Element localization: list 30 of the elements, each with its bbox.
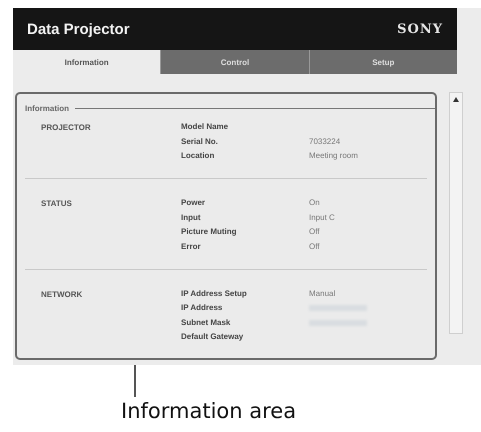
leader-line <box>134 365 136 397</box>
field-label: Location <box>181 152 216 160</box>
field-label: Model Name <box>181 123 230 131</box>
field-value: Meeting room <box>309 152 359 160</box>
field-label: Power <box>181 199 206 207</box>
scrollbar[interactable] <box>449 92 463 334</box>
section-heading: PROJECTOR <box>41 123 92 134</box>
section-heading: STATUS <box>41 199 73 210</box>
field-value: Manual <box>309 290 336 298</box>
field-label: Default Gateway <box>181 333 244 341</box>
field-label: IP Address <box>181 304 224 312</box>
field-value: Off <box>309 228 321 236</box>
field-value: Off <box>309 242 321 250</box>
brand-logo: SONY <box>397 22 443 36</box>
field-value: 7033224 <box>309 138 342 146</box>
field-label: Error <box>181 242 202 250</box>
field-label: Input <box>181 214 202 222</box>
field-label: Serial No. <box>181 138 219 146</box>
field-label: Subnet Mask <box>181 318 232 326</box>
tab[interactable]: Control <box>160 50 309 74</box>
app-title: Data Projector <box>27 20 130 38</box>
field-value: On <box>309 199 321 207</box>
tab[interactable]: Setup <box>308 50 457 74</box>
field-label: Picture Muting <box>181 228 238 236</box>
field-label: IP Address Setup <box>181 290 248 298</box>
callout-label: Information area <box>121 399 298 423</box>
scroll-up-icon[interactable] <box>453 97 459 102</box>
section-heading: NETWORK <box>41 290 84 300</box>
field-value: Input C <box>309 214 336 222</box>
panel-legend: Information <box>25 104 69 113</box>
